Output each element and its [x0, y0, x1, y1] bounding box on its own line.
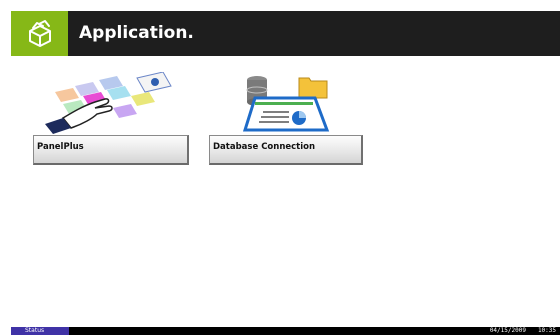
database-connection-label: Database Connection: [213, 142, 316, 152]
application-box-icon: [28, 19, 51, 47]
app-tile-panelplus[interactable]: PanelPlus: [33, 72, 189, 172]
status-datetime: 04/15/2009 10:35: [490, 327, 556, 335]
status-bar: Status 04/15/2009 10:35: [11, 327, 560, 335]
status-tab[interactable]: Status: [11, 327, 69, 335]
panelplus-hand-tiles-icon: [45, 72, 172, 134]
status-time: 10:35: [537, 327, 556, 334]
header-icon-container: [11, 11, 68, 56]
header-bar: Application.: [11, 11, 560, 56]
panelplus-button[interactable]: PanelPlus: [33, 135, 189, 165]
app-tile-database-connection[interactable]: Database Connection: [209, 72, 363, 172]
status-date: 04/15/2009: [489, 327, 526, 334]
page-title: Application.: [79, 23, 194, 43]
application-list: PanelPlus Database Connection: [11, 56, 560, 327]
database-connection-button[interactable]: Database Connection: [209, 135, 363, 165]
panelplus-label: PanelPlus: [37, 142, 84, 152]
database-connection-icon: [242, 76, 330, 132]
